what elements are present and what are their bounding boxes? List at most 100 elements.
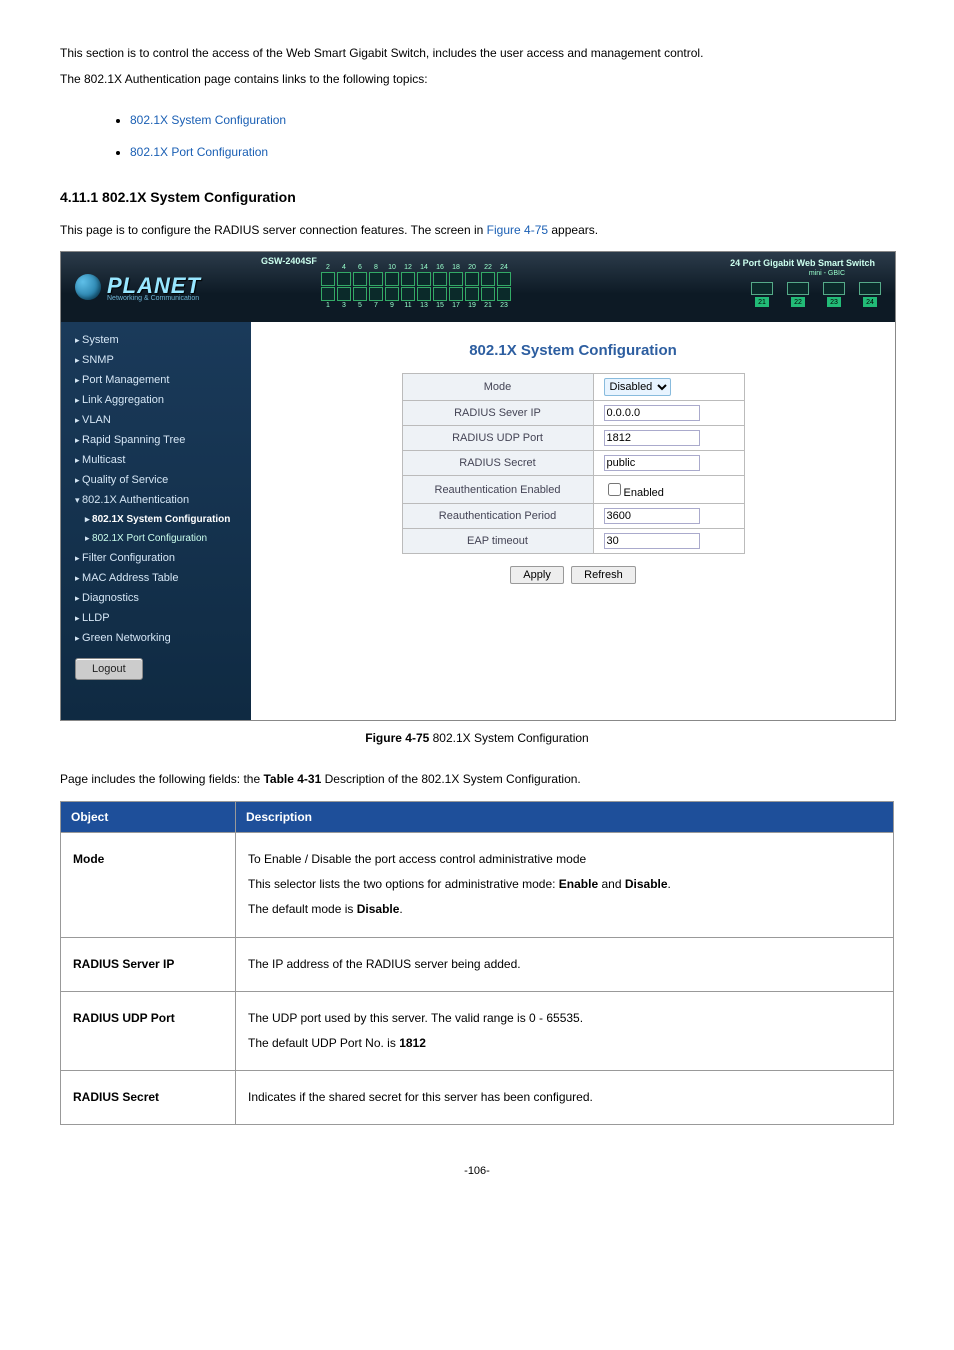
- port-column: 21: [321, 264, 335, 309]
- sidebar-item[interactable]: MAC Address Table: [61, 568, 251, 588]
- config-row-value: Enabled: [593, 476, 744, 504]
- port-num-top: 12: [404, 264, 412, 271]
- port-jack-icon: [337, 287, 351, 301]
- port-panel: 214365871091211141316151817201922212423: [321, 264, 511, 309]
- port-jack-icon: [497, 287, 511, 301]
- config-input[interactable]: [604, 430, 700, 446]
- topic-link[interactable]: 802.1X System Configuration: [130, 113, 286, 127]
- config-row-label: Reauthentication Enabled: [402, 476, 593, 504]
- section-paragraph: This page is to configure the RADIUS ser…: [60, 220, 894, 242]
- port-jack-icon: [353, 287, 367, 301]
- gbic-slot-icon: [751, 282, 773, 295]
- port-jack-icon: [401, 272, 415, 286]
- port-num-bot: 21: [484, 302, 492, 309]
- gbic-slot: 22: [787, 282, 809, 307]
- port-column: 87: [369, 264, 383, 309]
- config-row-label: RADIUS Sever IP: [402, 401, 593, 426]
- logout-button[interactable]: Logout: [75, 658, 143, 680]
- port-num-top: 6: [358, 264, 362, 271]
- sidebar-item[interactable]: Diagnostics: [61, 588, 251, 608]
- sidebar-item[interactable]: Rapid Spanning Tree: [61, 430, 251, 450]
- sidebar-item[interactable]: System: [61, 330, 251, 350]
- figure-caption: Figure 4-75 802.1X System Configuration: [60, 731, 894, 745]
- table-intro: Page includes the following fields: the …: [60, 769, 894, 791]
- port-num-bot: 23: [500, 302, 508, 309]
- reauth-checkbox[interactable]: [608, 483, 621, 496]
- model-label: GSW-2404SF: [261, 256, 317, 266]
- port-num-bot: 1: [326, 302, 330, 309]
- port-jack-icon: [465, 272, 479, 286]
- action-buttons: Apply Refresh: [271, 566, 875, 584]
- desc-description-cell: To Enable / Disable the port access cont…: [236, 832, 894, 937]
- figure-link[interactable]: Figure 4-75: [487, 223, 548, 237]
- config-input[interactable]: [604, 405, 700, 421]
- mode-select[interactable]: Disabled: [604, 378, 671, 396]
- refresh-button[interactable]: Refresh: [571, 566, 636, 584]
- gbic-num: 22: [791, 297, 805, 307]
- desc-description-cell: Indicates if the shared secret for this …: [236, 1071, 894, 1125]
- config-row-label: RADIUS UDP Port: [402, 426, 593, 451]
- config-row-label: RADIUS Secret: [402, 451, 593, 476]
- sidebar-item[interactable]: LLDP: [61, 608, 251, 628]
- table-intro-pre: Page includes the following fields: the: [60, 772, 263, 786]
- intro-block: This section is to control the access of…: [60, 40, 894, 93]
- topic-bullet: 802.1X Port Configuration: [130, 145, 894, 159]
- port-num-top: 18: [452, 264, 460, 271]
- sidebar-item[interactable]: SNMP: [61, 350, 251, 370]
- table-intro-post: Description of the 802.1X System Configu…: [321, 772, 580, 786]
- sidebar-item[interactable]: VLAN: [61, 410, 251, 430]
- gbic-panel: 21222324: [751, 282, 881, 307]
- apply-button[interactable]: Apply: [510, 566, 564, 584]
- sidebar-item[interactable]: 802.1X Authentication: [61, 490, 251, 510]
- para-pre: This page is to configure the RADIUS ser…: [60, 223, 487, 237]
- port-jack-icon: [449, 287, 463, 301]
- config-row-value: [593, 426, 744, 451]
- intro-line1: This section is to control the access of…: [60, 46, 703, 60]
- topic-link[interactable]: 802.1X Port Configuration: [130, 145, 268, 159]
- gbic-slot: 24: [859, 282, 881, 307]
- config-input[interactable]: [604, 455, 700, 471]
- port-num-bot: 11: [404, 302, 411, 309]
- port-jack-icon: [417, 287, 431, 301]
- main-content: 802.1X System Configuration ModeDisabled…: [251, 322, 895, 720]
- main-title: 802.1X System Configuration: [271, 342, 875, 359]
- figure-caption-num: Figure 4-75: [365, 731, 429, 745]
- sidebar-subitem[interactable]: 802.1X System Configuration: [61, 510, 251, 529]
- sidebar-item[interactable]: Filter Configuration: [61, 548, 251, 568]
- nav-sidebar: SystemSNMPPort ManagementLink Aggregatio…: [61, 322, 251, 720]
- config-input[interactable]: [604, 533, 700, 549]
- port-num-bot: 19: [468, 302, 476, 309]
- port-jack-icon: [385, 287, 399, 301]
- page-number: -106-: [60, 1165, 894, 1177]
- config-screenshot: PLANET Networking & Communication GSW-24…: [60, 251, 896, 721]
- brand-subtext: Networking & Communication: [107, 295, 201, 302]
- port-num-top: 2: [326, 264, 330, 271]
- port-num-top: 20: [468, 264, 476, 271]
- sidebar-item[interactable]: Quality of Service: [61, 470, 251, 490]
- port-jack-icon: [417, 272, 431, 286]
- port-num-bot: 3: [342, 302, 346, 309]
- device-title: 24 Port Gigabit Web Smart Switch: [730, 258, 875, 268]
- screenshot-body: SystemSNMPPort ManagementLink Aggregatio…: [61, 322, 895, 720]
- sidebar-item[interactable]: Multicast: [61, 450, 251, 470]
- sidebar-item[interactable]: Green Networking: [61, 628, 251, 648]
- port-num-top: 14: [420, 264, 428, 271]
- port-jack-icon: [401, 287, 415, 301]
- globe-icon: [75, 274, 101, 300]
- gbic-slot-icon: [823, 282, 845, 295]
- port-column: 1615: [433, 264, 447, 309]
- port-jack-icon: [465, 287, 479, 301]
- gbic-slot-icon: [787, 282, 809, 295]
- port-column: 109: [385, 264, 399, 309]
- section-heading: 4.11.1 802.1X System Configuration: [60, 189, 894, 205]
- port-jack-icon: [481, 287, 495, 301]
- para-post: appears.: [548, 223, 598, 237]
- config-input[interactable]: [604, 508, 700, 524]
- sidebar-item[interactable]: Port Management: [61, 370, 251, 390]
- config-row-value: [593, 529, 744, 554]
- desc-object-cell: Mode: [61, 832, 236, 937]
- gbic-num: 24: [863, 297, 877, 307]
- sidebar-subitem[interactable]: 802.1X Port Configuration: [61, 529, 251, 548]
- sidebar-item[interactable]: Link Aggregation: [61, 390, 251, 410]
- port-jack-icon: [353, 272, 367, 286]
